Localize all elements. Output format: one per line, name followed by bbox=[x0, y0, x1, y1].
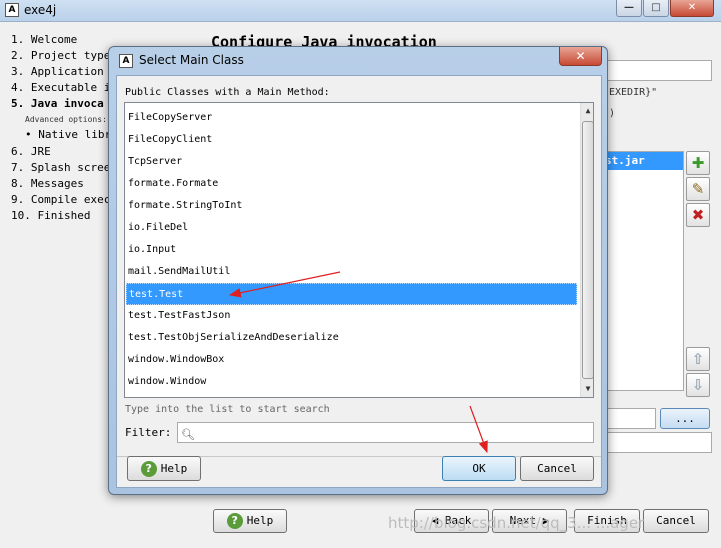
step-messages[interactable]: 8. Messages bbox=[11, 177, 84, 190]
filter-input[interactable]: 🔍︎ bbox=[177, 422, 594, 443]
list-item[interactable]: TcpServer bbox=[126, 151, 577, 173]
step-welcome[interactable]: 1. Welcome bbox=[11, 33, 77, 46]
app-icon: A bbox=[5, 3, 19, 17]
main-title-bar: A exe4j — □ ✕ bbox=[0, 0, 721, 22]
list-scrollbar[interactable]: ▲ ▼ bbox=[580, 103, 593, 397]
select-main-class-dialog: A Select Main Class ✕ Public Classes wit… bbox=[108, 46, 608, 495]
close-icon: ✕ bbox=[575, 49, 586, 63]
search-icon[interactable]: 🔍︎ bbox=[181, 425, 195, 444]
scroll-up-icon[interactable]: ▲ bbox=[581, 103, 593, 119]
dialog-body: Public Classes with a Main Method: * Fil… bbox=[116, 75, 602, 488]
list-item[interactable]: formate.Formate bbox=[126, 173, 577, 195]
class-list[interactable]: * FileCopyServer FileCopyClient TcpServe… bbox=[124, 102, 594, 398]
move-down-icon: ⇩ bbox=[691, 376, 705, 394]
edit-icon: ✎ bbox=[691, 180, 705, 198]
help-label: Help bbox=[246, 514, 274, 527]
edit-button[interactable]: ✎ bbox=[686, 177, 710, 201]
minimize-icon: — bbox=[624, 2, 634, 13]
step-java-invocation[interactable]: 5. Java invoca bbox=[11, 97, 104, 110]
watermark: http://blog.csdn.net/qq_3... ...ager bbox=[388, 514, 645, 532]
class-list-label: Public Classes with a Main Method: bbox=[125, 87, 330, 98]
list-item[interactable]: test.TestObjSerializeAndDeserialize bbox=[126, 327, 577, 349]
main-cancel-button[interactable]: Cancel bbox=[643, 509, 709, 533]
list-item[interactable]: window.WindowBox bbox=[126, 349, 577, 371]
main-cancel-label: Cancel bbox=[656, 514, 696, 527]
list-item[interactable]: FileCopyServer bbox=[126, 107, 577, 129]
exedir-text: EXEDIR}" bbox=[609, 87, 658, 98]
close-button[interactable]: ✕ bbox=[670, 0, 714, 17]
step-splash-screen[interactable]: 7. Splash screen bbox=[11, 161, 117, 174]
paren-text: ) bbox=[609, 108, 616, 119]
move-down-button[interactable]: ⇩ bbox=[686, 373, 710, 397]
help-button[interactable]: ? Help bbox=[213, 509, 287, 533]
step-executable-info[interactable]: 4. Executable in bbox=[11, 81, 117, 94]
step-finished[interactable]: 10. Finished bbox=[11, 209, 90, 222]
main-class-field[interactable] bbox=[600, 60, 712, 81]
move-up-icon: ⇧ bbox=[691, 350, 705, 368]
dialog-app-icon: A bbox=[119, 54, 133, 68]
ok-label: OK bbox=[472, 462, 486, 475]
classpath-list[interactable] bbox=[600, 151, 684, 391]
step-project-type[interactable]: 2. Project type bbox=[11, 49, 110, 62]
dialog-cancel-label: Cancel bbox=[537, 462, 577, 475]
main-window-title: exe4j bbox=[24, 3, 57, 17]
help-icon: ? bbox=[226, 513, 243, 529]
exe4j-side-logo bbox=[160, 490, 188, 530]
minimize-button[interactable]: — bbox=[616, 0, 642, 17]
advanced-options-label: Advanced options: bbox=[25, 115, 107, 124]
list-item[interactable]: formate.StringToInt bbox=[126, 195, 577, 217]
browse-label: ... bbox=[675, 412, 695, 425]
delete-button[interactable]: ✖ bbox=[686, 203, 710, 227]
add-icon: ✚ bbox=[691, 154, 705, 172]
background-field-2[interactable] bbox=[600, 432, 712, 453]
step-native-libraries[interactable]: • Native libra bbox=[25, 128, 118, 141]
dialog-close-button[interactable]: ✕ bbox=[559, 47, 602, 66]
close-icon: ✕ bbox=[687, 2, 697, 13]
dialog-title: Select Main Class bbox=[139, 53, 244, 67]
dialog-help-button[interactable]: ? Help bbox=[127, 456, 201, 481]
maximize-icon: □ bbox=[651, 2, 661, 13]
delete-icon: ✖ bbox=[691, 206, 705, 224]
help-icon: ? bbox=[140, 461, 157, 477]
step-application-info[interactable]: 3. Application i bbox=[11, 65, 117, 78]
scroll-down-icon[interactable]: ▼ bbox=[581, 381, 593, 397]
filter-label: Filter: bbox=[125, 426, 172, 439]
classpath-selected-item[interactable]: st.jar bbox=[601, 152, 683, 170]
dialog-help-label: Help bbox=[160, 462, 188, 475]
list-item[interactable]: window.Window bbox=[126, 371, 577, 393]
list-item[interactable]: test.TestFastJson bbox=[126, 305, 577, 327]
background-field[interactable] bbox=[600, 408, 656, 429]
add-button[interactable]: ✚ bbox=[686, 151, 710, 175]
list-item[interactable]: mail.SendMailUtil bbox=[126, 261, 577, 283]
ok-button[interactable]: OK bbox=[442, 456, 516, 481]
list-item[interactable]: io.Input bbox=[126, 239, 577, 261]
list-item[interactable]: FileCopyClient bbox=[126, 129, 577, 151]
maximize-button[interactable]: □ bbox=[643, 0, 669, 17]
dialog-cancel-button[interactable]: Cancel bbox=[520, 456, 594, 481]
list-item[interactable]: io.FileDel bbox=[126, 217, 577, 239]
list-item-selected[interactable]: test.Test bbox=[126, 283, 577, 305]
browse-button[interactable]: ... bbox=[660, 408, 710, 429]
search-hint: Type into the list to start search bbox=[125, 404, 330, 415]
move-up-button[interactable]: ⇧ bbox=[686, 347, 710, 371]
scroll-thumb[interactable] bbox=[582, 121, 593, 379]
step-jre[interactable]: 6. JRE bbox=[11, 145, 51, 158]
step-compile-executable[interactable]: 9. Compile execu bbox=[11, 193, 117, 206]
